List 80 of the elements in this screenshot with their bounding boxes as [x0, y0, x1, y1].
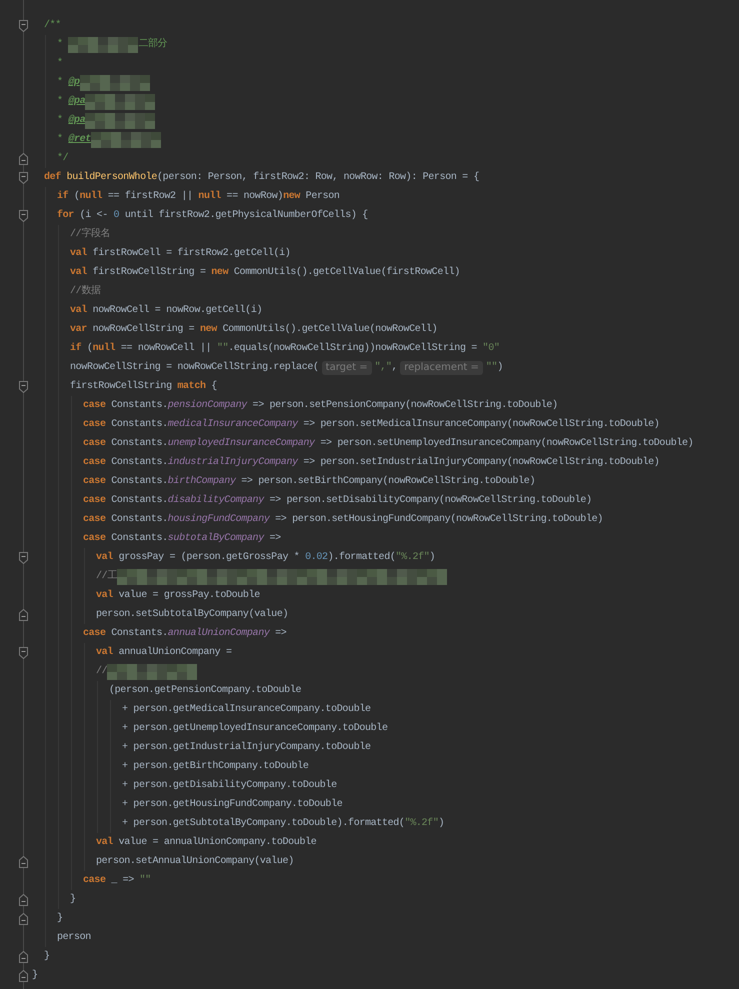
code-line: person: [57, 931, 91, 945]
code-line: }: [57, 912, 63, 926]
code-line: val firstRowCell = firstRow2.getCell(i): [70, 246, 290, 261]
code-line: case Constants.housingFundCompany => person.setHousingFundCompany(nowRowCellString.toDouble): [83, 512, 603, 527]
code-line: + person.getMedicalInsuranceCompany.toDouble: [122, 702, 371, 717]
code-text: @ret: [68, 132, 91, 147]
code-text: "": [486, 360, 498, 375]
redaction-mosaic: [90, 132, 161, 148]
code-line: + person.getDisabilityCompany.toDouble: [122, 778, 337, 793]
code-line: person.setSubtotalByCompany(value): [96, 608, 288, 622]
fold-collapse-icon[interactable]: [19, 152, 28, 164]
fold-collapse-icon[interactable]: [19, 912, 28, 924]
code-text: ): [497, 360, 503, 375]
code-line: for (i <- 0 until firstRow2.getPhysicalNumberOfCells) {: [57, 208, 368, 223]
fold-collapse-icon[interactable]: [19, 608, 28, 620]
code-line: //数据: [70, 284, 101, 299]
code-line: case Constants.subtotalByCompany =>: [83, 532, 281, 546]
fold-collapse-icon[interactable]: [19, 950, 28, 962]
code-line: case Constants.medicalInsuranceCompany => person.setMedicalInsuranceCompany(nowRowCellString.toDouble): [83, 418, 660, 432]
code-line: val value = grossPay.toDouble: [96, 588, 260, 603]
code-text: 二部分: [138, 36, 168, 52]
parameter-hint: target =: [322, 360, 372, 374]
code-line: val nowRowCell = nowRow.getCell(i): [70, 304, 262, 318]
code-text: @p: [68, 76, 80, 90]
fold-collapse-icon[interactable]: [19, 380, 28, 392]
code-line: //字段名: [70, 226, 110, 242]
fold-collapse-icon[interactable]: [19, 20, 28, 32]
code-line: + person.getSubtotalByCompany.toDouble).formatted("%.2f"): [122, 816, 444, 831]
code-text: //工: [96, 569, 117, 584]
code-line: val grossPay = (person.getGrossPay * 0.02).formatted("%.2f"): [96, 550, 436, 565]
code-text: *: [57, 76, 64, 90]
code-text: *: [57, 132, 64, 147]
fold-collapse-icon[interactable]: [19, 552, 28, 564]
code-line: person.setAnnualUnionCompany(value): [96, 854, 294, 869]
redaction-mosaic: [68, 36, 138, 52]
code-line: firstRowCellString match {: [70, 380, 217, 394]
fold-collapse-icon[interactable]: [19, 172, 28, 184]
code-line: }: [44, 950, 50, 964]
code-text: *: [57, 114, 64, 128]
code-text: ",": [374, 360, 392, 375]
fold-collapse-icon[interactable]: [19, 646, 28, 658]
code-line: + person.getUnemployedInsuranceCompany.toDouble: [122, 722, 388, 736]
code-line: val firstRowCellString = new CommonUtils().getCellValue(firstRowCell): [70, 266, 460, 280]
code-text: nowRowCellString = nowRowCellString.replace(: [70, 360, 319, 375]
code-line: + person.getBirthCompany.toDouble: [122, 760, 308, 774]
code-line: case Constants.disabilityCompany => person.setDisabilityCompany(nowRowCellString.toDouble): [83, 494, 592, 508]
code-text: @pa: [68, 114, 86, 128]
code-text: //: [96, 664, 108, 679]
code-line: val value = annualUnionCompany.toDouble: [96, 836, 316, 850]
code-text: *: [57, 94, 64, 109]
code-line: case Constants.birthCompany => person.setBirthCompany(nowRowCellString.toDouble): [83, 474, 536, 489]
code-line: case _ => "": [83, 874, 151, 888]
code-line: (person.getPensionCompany.toDouble: [109, 684, 302, 698]
fold-collapse-icon[interactable]: [19, 210, 28, 222]
code-line: if (null == nowRowCell || "".equals(nowRowCellString))nowRowCellString = "0": [70, 342, 500, 356]
code-line: /**: [44, 18, 61, 33]
redaction-mosaic: [85, 94, 156, 110]
code-line: }: [70, 892, 76, 907]
code-line: *: [57, 56, 63, 71]
code-line: case Constants.pensionCompany => person.setPensionCompany(nowRowCellString.toDouble): [83, 398, 558, 413]
code-line: }: [32, 968, 38, 983]
code-line: */: [57, 152, 68, 166]
code-line: val annualUnionCompany =: [96, 646, 232, 660]
parameter-hint: replacement =: [400, 360, 483, 374]
redaction-mosaic: [80, 74, 150, 90]
code-line: if (null == firstRow2 || null == nowRow)new Person: [57, 190, 340, 204]
fold-collapse-icon[interactable]: [19, 894, 28, 906]
code-line: + person.getHousingFundCompany.toDouble: [122, 798, 342, 812]
code-line: case Constants.annualUnionCompany =>: [83, 626, 286, 641]
code-line: case Constants.unemployedInsuranceCompany => person.setUnemployedInsuranceCompany(nowRowCellString.toDouble): [83, 436, 694, 451]
code-line: case Constants.industrialInjuryCompany => person.setIndustrialInjuryCompany(nowRowCellString.toDouble): [83, 456, 660, 470]
fold-collapse-icon[interactable]: [19, 856, 28, 868]
code-line: var nowRowCellString = new CommonUtils().getCellValue(nowRowCell): [70, 322, 438, 337]
code-text: @pa: [68, 94, 86, 109]
code-text: ,: [392, 361, 398, 375]
code-text: *: [57, 38, 64, 52]
code-line: def buildPersonWhole(person: Person, firstRow2: Row, nowRow: Row): Person = {: [44, 170, 480, 185]
redaction-mosaic: [85, 112, 156, 128]
code-line: + person.getIndustrialInjuryCompany.toDouble: [122, 740, 371, 755]
fold-collapse-icon[interactable]: [19, 970, 28, 982]
